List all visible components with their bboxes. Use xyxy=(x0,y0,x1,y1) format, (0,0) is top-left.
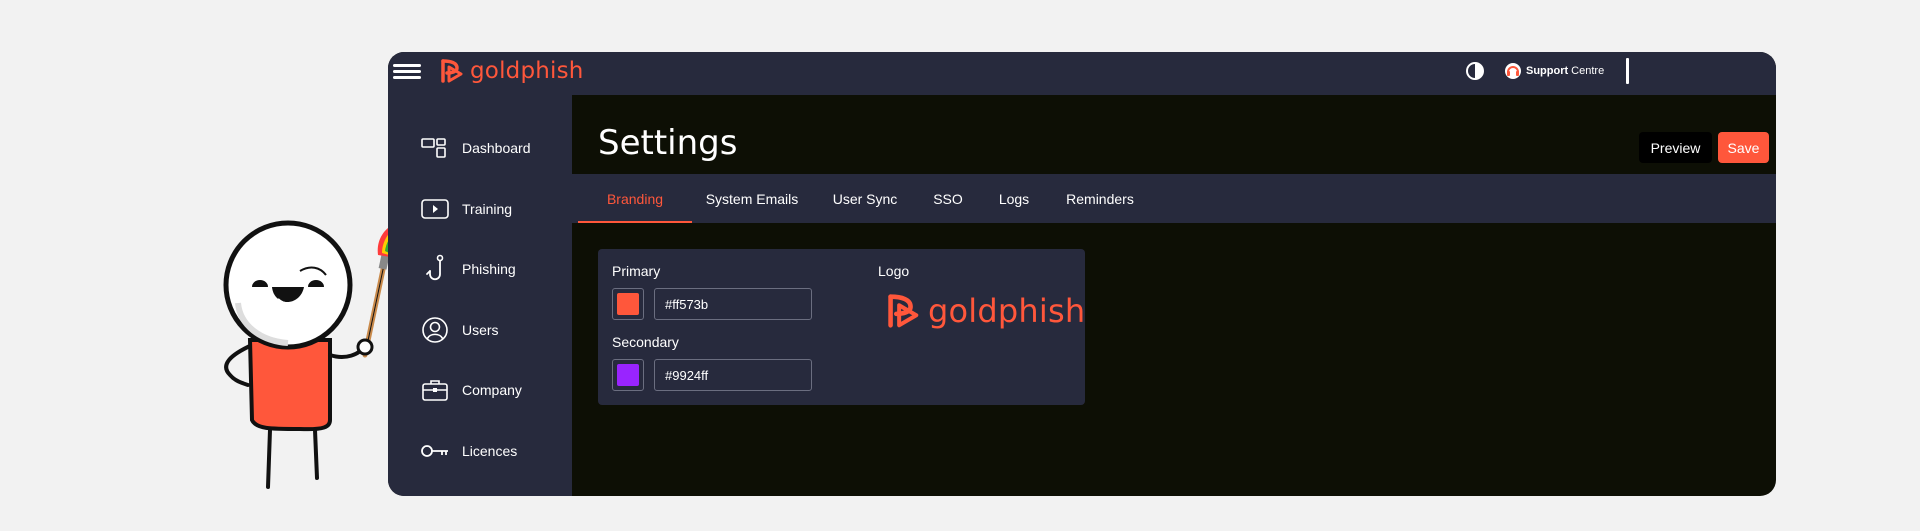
sidebar-item-label: Company xyxy=(462,382,522,398)
primary-color-input[interactable] xyxy=(654,288,812,320)
secondary-color-swatch[interactable] xyxy=(612,359,644,391)
settings-tabs: Branding System Emails User Sync SSO Log… xyxy=(572,174,1776,223)
logo-preview[interactable]: goldphish xyxy=(882,291,1085,331)
play-icon xyxy=(420,194,450,224)
hamburger-menu-icon[interactable] xyxy=(393,61,421,85)
secondary-color-input[interactable] xyxy=(654,359,812,391)
support-centre-link[interactable]: Support Centre xyxy=(1504,62,1604,80)
tab-sso[interactable]: SSO xyxy=(918,174,978,223)
support-bold-label: Support xyxy=(1526,65,1569,77)
tab-logs[interactable]: Logs xyxy=(978,174,1050,223)
support-light-label: Centre xyxy=(1571,65,1605,77)
sidebar-item-licences[interactable]: Licences xyxy=(420,436,517,466)
sidebar-item-label: Users xyxy=(462,322,499,338)
contrast-toggle-icon[interactable] xyxy=(1465,61,1485,81)
top-bar: goldphish Support Centre xyxy=(388,52,1776,95)
sidebar-item-label: Licences xyxy=(462,443,518,459)
logo-label: Logo xyxy=(878,263,910,279)
brand-name: goldphish xyxy=(470,58,584,84)
briefcase-icon xyxy=(420,375,450,405)
goldphish-logo-icon xyxy=(888,294,919,328)
sidebar-item-label: Training xyxy=(462,201,513,217)
save-button[interactable]: Save xyxy=(1718,132,1769,163)
preview-button[interactable]: Preview xyxy=(1639,132,1712,163)
sidebar: Dashboard Training Phishing Users Compan… xyxy=(388,95,572,496)
dashboard-icon xyxy=(420,133,450,163)
sidebar-item-users[interactable]: Users xyxy=(420,315,499,345)
tab-system-emails[interactable]: System Emails xyxy=(692,174,812,223)
sidebar-item-label: Phishing xyxy=(462,261,516,277)
sidebar-item-phishing[interactable]: Phishing xyxy=(420,254,516,284)
headset-icon xyxy=(1505,63,1521,79)
page-header: Settings Preview Save xyxy=(572,95,1776,174)
page-title: Settings xyxy=(598,123,738,163)
sidebar-item-training[interactable]: Training xyxy=(420,194,512,224)
tab-reminders[interactable]: Reminders xyxy=(1050,174,1150,223)
sidebar-item-company[interactable]: Company xyxy=(420,375,522,405)
painter-mascot-illustration xyxy=(223,220,396,489)
primary-color-label: Primary xyxy=(612,263,661,279)
secondary-color-label: Secondary xyxy=(612,334,679,350)
topbar-divider xyxy=(1626,58,1629,84)
logo-preview-text: goldphish xyxy=(928,292,1086,330)
branding-card: Primary Secondary Logo goldphish xyxy=(598,249,1085,405)
key-icon xyxy=(420,436,450,466)
tab-branding[interactable]: Branding xyxy=(578,174,692,223)
sidebar-item-dashboard[interactable]: Dashboard xyxy=(420,133,531,163)
goldphish-logo-icon xyxy=(441,59,463,83)
primary-color-swatch[interactable] xyxy=(612,288,644,320)
app-window: goldphish Support Centre Dashboard Train… xyxy=(388,52,1776,496)
user-icon xyxy=(420,315,450,345)
sidebar-item-label: Dashboard xyxy=(462,140,531,156)
hook-icon xyxy=(420,254,450,284)
brand-logo[interactable]: goldphish xyxy=(437,57,584,85)
tab-user-sync[interactable]: User Sync xyxy=(812,174,918,223)
